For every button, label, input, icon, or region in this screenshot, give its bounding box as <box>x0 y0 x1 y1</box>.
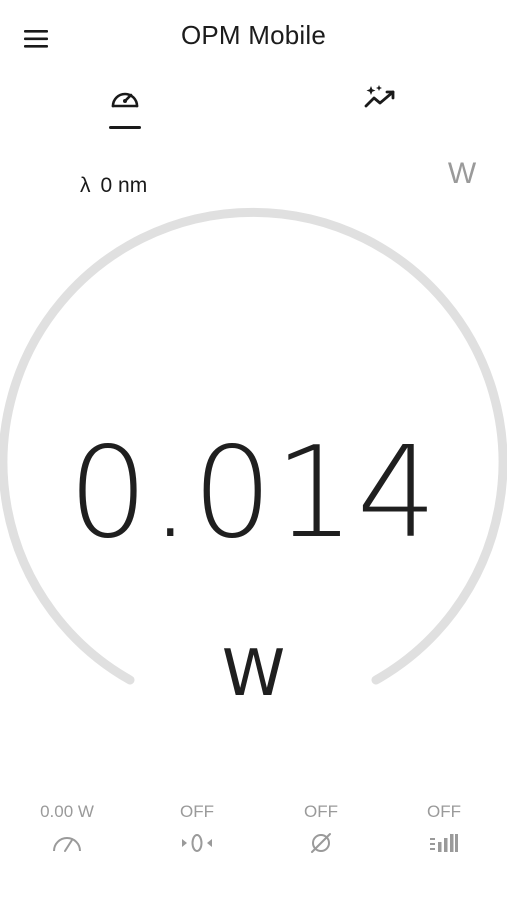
speedometer-icon <box>111 92 139 108</box>
app-bar: OPM Mobile <box>0 0 507 76</box>
tab-gauge[interactable] <box>95 84 155 144</box>
power-unit: W <box>221 637 286 711</box>
diameter-button[interactable]: OFF <box>266 800 376 858</box>
zero-offset-icon <box>182 834 212 852</box>
bottom-toolbar: 0.00 W OFF OFF OFF <box>0 800 507 870</box>
diameter-label: OFF <box>304 802 338 821</box>
unit-toggle-button[interactable]: W <box>438 154 486 194</box>
tab-chart[interactable] <box>350 84 410 144</box>
sparkle-chart-icon <box>364 85 395 108</box>
gauge-needle-icon <box>53 837 81 852</box>
app-title: OPM Mobile <box>180 20 327 50</box>
averaging-label: OFF <box>427 802 461 821</box>
zero-label: OFF <box>180 802 214 821</box>
reference-label: 0.00 W <box>40 802 94 821</box>
zero-button[interactable]: OFF <box>142 800 252 858</box>
signal-bars-icon <box>430 834 458 852</box>
lambda-symbol: λ <box>80 174 91 197</box>
diameter-icon <box>311 833 331 853</box>
averaging-button[interactable]: OFF <box>389 800 499 858</box>
tab-indicator <box>109 126 141 129</box>
power-reading: 0.014 <box>68 419 439 566</box>
reference-button[interactable]: 0.00 W <box>12 800 122 858</box>
wavelength-value: 0 nm <box>100 174 148 197</box>
